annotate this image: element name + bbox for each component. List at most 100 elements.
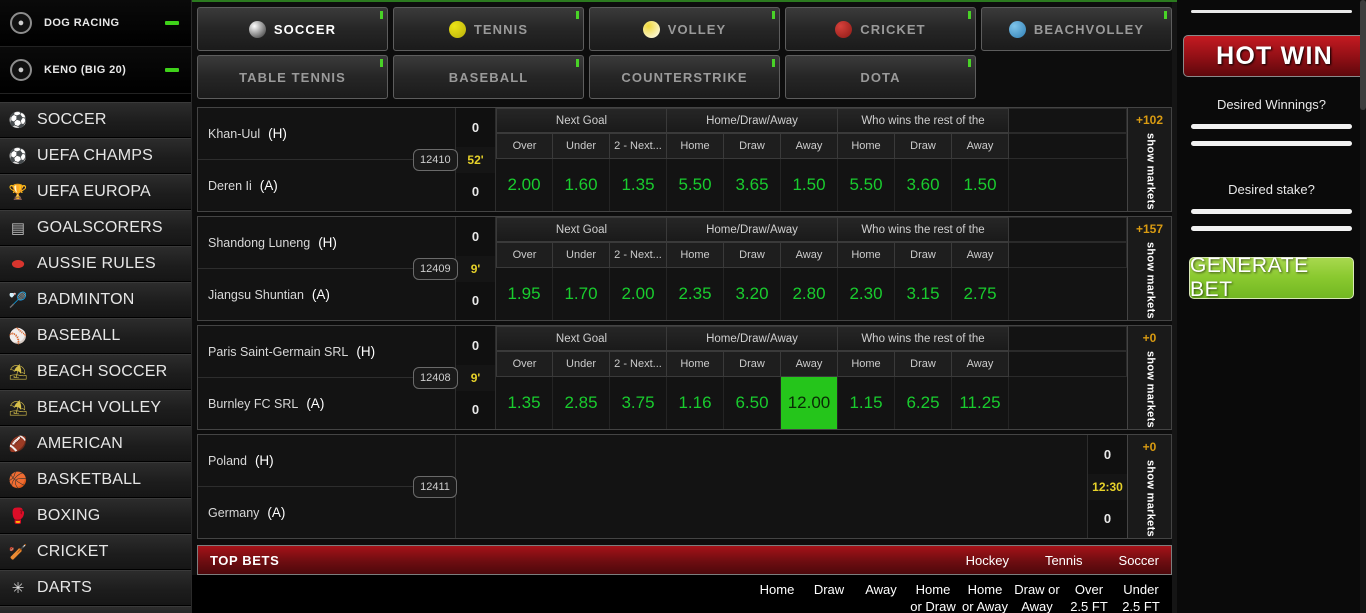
score-column: 0 12:30 0 — [1087, 435, 1127, 538]
odd-cell[interactable]: 2.30 — [838, 268, 895, 320]
upcoming-match-row[interactable]: Poland (H) Germany (A) 12411 0 12:30 0 +0 show ma… — [197, 434, 1172, 539]
sidebar-item-e-sports[interactable]: 🎮E-SPORTS — [0, 606, 191, 613]
sidebar-item-darts[interactable]: ✳ DARTS — [0, 570, 191, 606]
tab-beachvolley[interactable]: BEACHVOLLEY — [981, 7, 1172, 51]
top-bets-sport-soccer[interactable]: Soccer — [1119, 553, 1159, 568]
market-group-header: Next Goal — [496, 217, 667, 242]
market-sub-header: Under — [553, 133, 610, 159]
desired-stake-slider[interactable] — [1191, 226, 1352, 231]
tab-counterstrike[interactable]: COUNTERSTRIKE — [589, 55, 780, 99]
match-id-badge[interactable]: 12410 — [413, 148, 458, 171]
sidebar-item-uefa-champs[interactable]: ⚽ UEFA CHAMPS — [0, 138, 191, 174]
odd-cell[interactable]: 2.85 — [553, 377, 610, 429]
match-id-badge[interactable]: 12409 — [413, 257, 458, 280]
top-bets-column-header: Home or Away — [959, 581, 1011, 613]
market-sub-header: Away — [781, 242, 838, 268]
odd-cell[interactable]: 5.50 — [667, 159, 724, 211]
hot-win-banner: HOT WIN — [1183, 35, 1366, 77]
sidebar-item-label: DARTS — [37, 579, 92, 596]
show-markets-button[interactable]: +0 show markets — [1127, 435, 1171, 538]
sidebar-item-basketball[interactable]: 🏀 BASKETBALL — [0, 462, 191, 498]
match-id-badge[interactable]: 12408 — [413, 366, 458, 389]
market-sub-header-blank — [1009, 242, 1127, 268]
odd-cell[interactable]: 1.95 — [496, 268, 553, 320]
desired-stake-input[interactable] — [1191, 209, 1352, 214]
live-dot-icon — [380, 59, 383, 67]
odd-cell[interactable]: 1.60 — [553, 159, 610, 211]
sidebar-item-aussie-rules[interactable]: ⬬ AUSSIE RULES — [0, 246, 191, 282]
match-row[interactable]: Shandong Luneng (H) Jiangsu Shuntian (A) 124… — [197, 216, 1172, 321]
goal-net-icon: ▤ — [10, 219, 26, 237]
match-teams: Shandong Luneng (H) Jiangsu Shuntian (A) 124… — [198, 217, 458, 320]
sidebar-item-goalscorers[interactable]: ▤ GOALSCORERS — [0, 210, 191, 246]
tab-label: TENNIS — [473, 21, 529, 37]
sidebar-item-cricket[interactable]: 🏏 CRICKET — [0, 534, 191, 570]
match-row[interactable]: Khan-Uul (H) Deren Ii (A) 12410 0 52' 0 Next Goa… — [197, 107, 1172, 212]
match-id-badge[interactable]: 12411 — [413, 475, 457, 498]
odd-cell[interactable]: 1.35 — [496, 377, 553, 429]
scrollbar-thumb[interactable] — [1360, 0, 1366, 110]
odd-cell[interactable]: 1.50 — [952, 159, 1009, 211]
tab-tennis[interactable]: TENNIS — [393, 7, 584, 51]
sidebar-item-beach-volley[interactable]: ⛱ BEACH VOLLEY — [0, 390, 191, 426]
market-sub-header: Home — [667, 242, 724, 268]
beach-soccer-icon: ⛱ — [8, 363, 28, 381]
show-markets-button[interactable]: +0 show markets — [1127, 326, 1171, 429]
tab-volley[interactable]: VOLLEY — [589, 7, 780, 51]
tab-baseball[interactable]: BASEBALL — [393, 55, 584, 99]
market-sub-header: Over — [496, 133, 553, 159]
top-bets-sport-tennis[interactable]: Tennis — [1045, 553, 1083, 568]
odd-cell[interactable]: 5.50 — [838, 159, 895, 211]
generate-bet-button[interactable]: GENERATE BET — [1189, 254, 1354, 301]
sidebar-top-item[interactable]: ● KENO (BIG 20) — [0, 47, 191, 94]
sidebar-item-boxing[interactable]: 🥊 BOXING — [0, 498, 191, 534]
sidebar-item-beach-soccer[interactable]: ⛱ BEACH SOCCER — [0, 354, 191, 390]
tab-table-tennis[interactable]: TABLE TENNIS — [197, 55, 388, 99]
sidebar-item-uefa-europa[interactable]: 🏆 UEFA EUROPA — [0, 174, 191, 210]
show-markets-button[interactable]: +102 show markets — [1127, 108, 1171, 211]
column-line-2: 2.5 FT — [1070, 599, 1108, 613]
odd-cell[interactable]: 1.15 — [838, 377, 895, 429]
sidebar-top-item[interactable]: ● DOG RACING — [0, 0, 191, 47]
odd-cell[interactable]: 3.60 — [895, 159, 952, 211]
page-scrollbar[interactable] — [1360, 0, 1366, 613]
sidebar-item-badminton[interactable]: 🏸 BADMINTON — [0, 282, 191, 318]
away-team-tag: (A) — [259, 178, 278, 193]
tab-label: VOLLEY — [667, 21, 727, 37]
sidebar: ● DOG RACING ● KENO (BIG 20) ⚽ SOCCER ⚽ UEFA C… — [0, 0, 192, 613]
odd-cell[interactable]: 2.35 — [667, 268, 724, 320]
shuttlecock-icon: 🏸 — [8, 291, 28, 309]
odd-cell[interactable]: 11.25 — [952, 377, 1009, 429]
match-teams: Poland (H) Germany (A) 12411 — [198, 435, 457, 538]
market-sub-header: Home — [667, 351, 724, 377]
odd-cell[interactable]: 3.75 — [610, 377, 667, 429]
odd-cell[interactable]: 6.50 — [724, 377, 781, 429]
show-markets-button[interactable]: +157 show markets — [1127, 217, 1171, 320]
match-row[interactable]: Paris Saint-Germain SRL (H) Burnley FC SRL… — [197, 325, 1172, 430]
sidebar-item-baseball[interactable]: ⚾ BASEBALL — [0, 318, 191, 354]
tab-label: SOCCER — [273, 21, 337, 37]
sidebar-item-american[interactable]: 🏈 AMERICAN — [0, 426, 191, 462]
odd-cell[interactable]: 3.15 — [895, 268, 952, 320]
odd-cell[interactable]: 2.00 — [610, 268, 667, 320]
odd-cell[interactable]: 3.20 — [724, 268, 781, 320]
tab-cricket[interactable]: CRICKET — [785, 7, 976, 51]
odd-cell[interactable]: 2.00 — [496, 159, 553, 211]
odd-cell[interactable]: 1.50 — [781, 159, 838, 211]
odd-cell[interactable]: 12.00 — [781, 377, 838, 429]
odd-cell[interactable]: 1.70 — [553, 268, 610, 320]
top-bets-header[interactable]: TOP BETS Hockey Tennis Soccer — [197, 545, 1172, 575]
odd-cell[interactable]: 1.35 — [610, 159, 667, 211]
odd-cell[interactable]: 1.16 — [667, 377, 724, 429]
market-group-header: Next Goal — [496, 108, 667, 133]
tab-dota[interactable]: DOTA — [785, 55, 976, 99]
top-bets-sport-hockey[interactable]: Hockey — [966, 553, 1009, 568]
odd-cell[interactable]: 3.65 — [724, 159, 781, 211]
sidebar-item-soccer[interactable]: ⚽ SOCCER — [0, 102, 191, 138]
odd-cell[interactable]: 2.75 — [952, 268, 1009, 320]
odd-cell[interactable]: 6.25 — [895, 377, 952, 429]
market-sub-header: Home — [838, 351, 895, 377]
tab-soccer[interactable]: SOCCER — [197, 7, 388, 51]
odd-cell[interactable]: 2.80 — [781, 268, 838, 320]
desired-winnings-input[interactable] — [1191, 124, 1352, 129]
